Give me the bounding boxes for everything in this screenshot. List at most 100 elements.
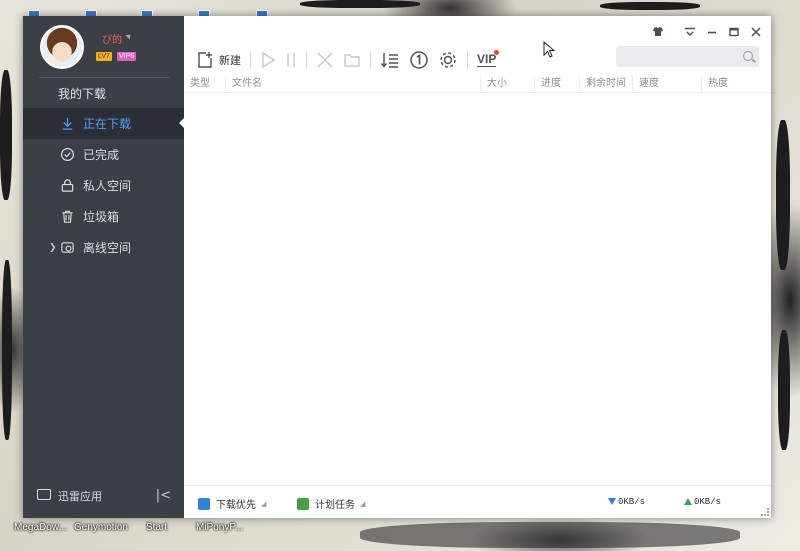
- wallpaper-brushstroke: [360, 522, 740, 548]
- task-list-header: 类型 文件名 大小 进度 剩余时间 速度 热度: [184, 76, 771, 93]
- dropdown-caret-icon: ◢: [261, 499, 267, 508]
- main-panel: 新建 VIP 类型 文件名 大小 进度 剩余时间 速度 热度 下载优先 ◢ 计划…: [184, 16, 771, 518]
- sidebar-nav: 正在下载 已完成 私人空间 垃圾箱 ❯ 离线空间: [23, 108, 184, 263]
- menu-icon[interactable]: [683, 25, 697, 39]
- pause-button[interactable]: [285, 49, 297, 71]
- download-priority-label: 下载优先: [216, 500, 256, 511]
- toolbar: 新建 VIP: [196, 48, 505, 72]
- xunlei-apps-link[interactable]: 迅雷应用: [58, 488, 102, 504]
- xunlei-window: ぴ的 LV7 VIP6 我的下载 正在下载 已完成 私人空间 垃圾箱 ❯ 离线空…: [23, 16, 771, 518]
- skin-icon[interactable]: [651, 25, 665, 39]
- pause-icon: [287, 53, 295, 67]
- sidebar-item-label: 离线空间: [83, 241, 132, 255]
- upload-speed-icon: [684, 498, 692, 506]
- maximize-icon[interactable]: [727, 25, 741, 39]
- sidebar-item-private-space[interactable]: 私人空间: [23, 170, 184, 201]
- trash-icon: [62, 210, 73, 223]
- sidebar-item-label: 垃圾箱: [83, 210, 120, 224]
- delete-icon: [317, 52, 333, 68]
- column-header-speed[interactable]: 速度: [633, 76, 702, 92]
- sidebar-item-trash[interactable]: 垃圾箱: [23, 201, 184, 232]
- dropdown-caret-icon: ◢: [360, 499, 366, 508]
- collapse-sidebar-icon[interactable]: |<: [156, 488, 171, 503]
- scheduled-tasks-button[interactable]: 计划任务 ◢: [297, 496, 365, 511]
- search-icon[interactable]: [743, 51, 753, 61]
- speed-limit-button[interactable]: [409, 49, 429, 71]
- wallpaper-brushstroke: [0, 70, 12, 200]
- avatar[interactable]: [40, 25, 84, 69]
- sidebar: ぴ的 LV7 VIP6 我的下载 正在下载 已完成 私人空间 垃圾箱 ❯ 离线空…: [23, 16, 184, 518]
- sidebar-item-offline-space[interactable]: ❯ 离线空间: [23, 232, 184, 263]
- delete-button[interactable]: [316, 49, 334, 71]
- sort-icon: [380, 53, 398, 68]
- expand-caret-icon[interactable]: ❯: [49, 243, 57, 253]
- vip-badge[interactable]: VIP6: [117, 52, 137, 61]
- desktop-label-megadownloader[interactable]: MegaDow...: [14, 522, 67, 533]
- sort-button[interactable]: [380, 49, 400, 71]
- search-box[interactable]: [616, 46, 759, 69]
- column-header-progress[interactable]: 进度: [535, 76, 580, 92]
- speed-limit-icon: [410, 51, 428, 69]
- download-speed-icon: [608, 498, 616, 506]
- sidebar-item-completed[interactable]: 已完成: [23, 139, 184, 170]
- new-task-button[interactable]: 新建: [196, 49, 241, 71]
- status-bar: 下载优先 ◢ 计划任务 ◢ 0KB/s 0KB/s: [184, 485, 771, 518]
- sidebar-footer: 迅雷应用 |<: [23, 474, 184, 518]
- download-priority-button[interactable]: 下载优先 ◢: [198, 496, 266, 511]
- toolbar-divider: [467, 52, 468, 68]
- user-menu-caret-icon[interactable]: [125, 32, 133, 40]
- toolbar-divider: [250, 52, 251, 68]
- sidebar-divider: [39, 77, 170, 78]
- column-header-filename[interactable]: 文件名: [226, 76, 481, 92]
- new-task-label: 新建: [219, 54, 241, 67]
- close-icon[interactable]: [749, 25, 763, 39]
- notification-dot: [494, 50, 500, 55]
- column-header-popularity[interactable]: 热度: [702, 76, 771, 92]
- toolbar-divider: [306, 52, 307, 68]
- toolbar-divider: [370, 52, 371, 68]
- start-icon: [262, 51, 276, 69]
- start-button[interactable]: [260, 49, 276, 71]
- column-header-type[interactable]: 类型: [184, 76, 226, 92]
- open-folder-icon: [344, 54, 360, 67]
- upload-speed: 0KB/s: [684, 497, 721, 507]
- wallpaper-brushstroke: [300, 0, 420, 8]
- download-arrow-icon: [62, 117, 73, 130]
- schedule-icon: [297, 497, 309, 510]
- scheduled-tasks-label: 计划任务: [315, 500, 355, 511]
- settings-icon: [440, 52, 456, 68]
- user-profile: ぴ的 LV7 VIP6: [23, 16, 184, 78]
- username[interactable]: ぴ的: [102, 31, 122, 46]
- column-header-size[interactable]: 大小: [481, 76, 535, 92]
- sidebar-item-downloading[interactable]: 正在下载: [23, 108, 184, 139]
- download-priority-icon: [198, 497, 210, 510]
- apps-icon[interactable]: [37, 489, 51, 500]
- wallpaper-brushstroke: [776, 120, 790, 270]
- upload-speed-value: 0KB/s: [694, 497, 722, 507]
- open-folder-button[interactable]: [343, 49, 361, 71]
- wallpaper-brushstroke: [778, 330, 790, 450]
- section-title-my-downloads[interactable]: 我的下载: [58, 85, 106, 102]
- cloud-offline-icon: [61, 242, 74, 253]
- download-speed: 0KB/s: [608, 497, 645, 507]
- minimize-icon[interactable]: [705, 25, 719, 39]
- column-header-time-left[interactable]: 剩余时间: [580, 76, 633, 92]
- check-circle-icon: [60, 147, 75, 162]
- new-task-icon: [198, 52, 212, 68]
- level-badge: LV7: [96, 52, 112, 61]
- search-input[interactable]: [616, 48, 734, 69]
- desktop-label-genymotion[interactable]: Genymotion: [74, 522, 128, 533]
- desktop-label-start[interactable]: Start: [146, 522, 167, 533]
- mouse-cursor-icon: [543, 41, 555, 58]
- download-speed-value: 0KB/s: [618, 497, 646, 507]
- lock-icon: [61, 179, 74, 192]
- settings-button[interactable]: [438, 49, 458, 71]
- sidebar-item-label: 私人空间: [83, 179, 132, 193]
- vip-icon: VIP: [477, 52, 497, 67]
- sidebar-item-label: 正在下载: [83, 117, 132, 131]
- wallpaper-brushstroke: [2, 260, 12, 440]
- vip-button[interactable]: VIP: [477, 49, 500, 71]
- resize-grip[interactable]: [761, 508, 769, 516]
- task-list[interactable]: [184, 94, 771, 484]
- desktop-label-mipony[interactable]: MiPonyP...: [196, 522, 243, 533]
